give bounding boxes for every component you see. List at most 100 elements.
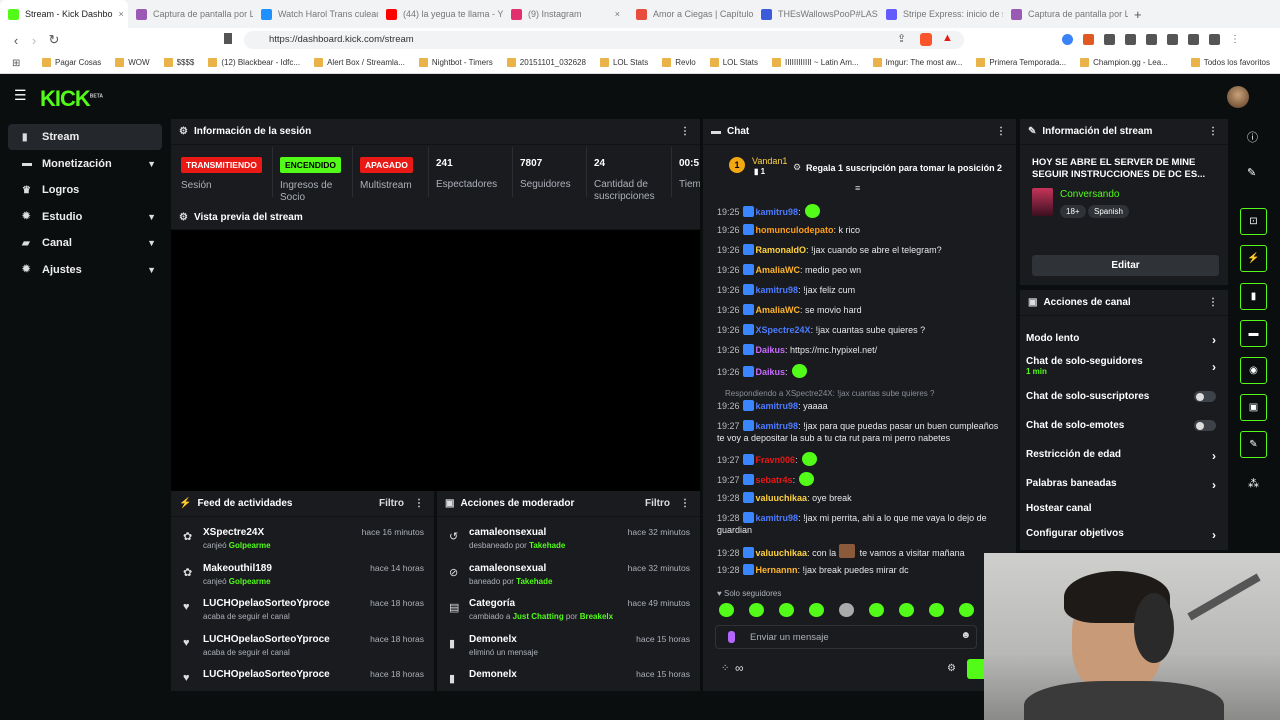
item-subtitle-highlight[interactable]: Golpearme [229, 541, 271, 550]
item-subtitle-highlight[interactable]: Takehade [529, 541, 565, 550]
sidebar-item-monetización[interactable]: ▬ Monetización ▼ [8, 151, 162, 177]
extension-icon[interactable] [1209, 34, 1220, 45]
url-field[interactable]: https://dashboard.kick.com/stream [244, 31, 964, 49]
browser-tab[interactable]: Amor a Ciegas | Capítulo× [628, 0, 753, 28]
infinity-icon[interactable]: ∞ [735, 661, 744, 675]
bookmark-item[interactable]: Pagar Cosas [42, 58, 101, 67]
chat-username[interactable]: AmaliaWC [756, 265, 801, 275]
rail-button-trash[interactable]: ▮ [1240, 283, 1267, 310]
collapse-icon[interactable]: ≡ [855, 183, 860, 193]
chat-username[interactable]: RamonaldO [756, 245, 807, 255]
chat-message[interactable]: 19:26 kamitru98: !jax feliz cum [717, 284, 1007, 296]
emote-icon[interactable] [929, 603, 944, 617]
chat-username[interactable]: sebatr4s [756, 475, 793, 485]
mod-filter-button[interactable]: Filtro [645, 498, 670, 509]
emote-icon[interactable] [959, 603, 974, 617]
more-options-icon[interactable]: ⋮ [996, 126, 1006, 137]
channel-action-configurar-objetivos[interactable]: Configurar objetivos › [1026, 528, 1216, 542]
rail-button-layout[interactable]: ⊡ [1240, 208, 1267, 235]
channel-action-chat-de-solo-emotes[interactable]: Chat de solo-emotes [1026, 420, 1216, 431]
sidebar-item-ajustes[interactable]: ✹ Ajustes ▼ [8, 257, 162, 283]
activity-filter-button[interactable]: Filtro [379, 498, 404, 509]
channel-action-palabras-baneadas[interactable]: Palabras baneadas › [1026, 478, 1216, 492]
browser-tab[interactable]: (44) la yegua te llama - Yo× [378, 0, 503, 28]
chat-username[interactable]: Daikus [756, 345, 786, 355]
chat-message[interactable]: 19:26 AmaliaWC: se movio hard [717, 304, 1007, 316]
channel-action-modo-lento[interactable]: Modo lento › [1026, 333, 1216, 347]
warning-icon[interactable]: ▲ [942, 32, 953, 44]
extension-icon[interactable] [1104, 34, 1115, 45]
toggle-switch[interactable] [1194, 391, 1216, 402]
toggle-switch[interactable] [1194, 420, 1216, 431]
bookmark-item[interactable]: 20151101_032628 [506, 58, 586, 67]
chat-message[interactable]: 19:26 XSpectre24X: !jax cuantas sube quie… [717, 324, 1007, 336]
gear-icon[interactable]: ⚙ [947, 663, 956, 674]
list-item[interactable]: ✿ XSpectre24X hace 16 minutos canjeó Golpea… [171, 527, 434, 563]
chat-message[interactable]: 19:28 Hernannn: !jax break puedes mirar d… [717, 564, 1007, 576]
bookmark-item[interactable]: Revlo [662, 58, 696, 67]
sidebar-item-logros[interactable]: ♛ Logros [8, 177, 162, 203]
hamburger-icon[interactable]: ☰ [14, 87, 27, 104]
bookmark-item[interactable]: Primera Temporada... [976, 58, 1066, 67]
close-tab-icon[interactable]: × [119, 9, 124, 19]
chat-username[interactable]: Daikus [756, 367, 786, 377]
chat-message[interactable]: 19:28 valuuchikaa: con la te vamos a visi… [717, 544, 1007, 559]
item-subtitle-highlight[interactable]: Golpearme [229, 577, 271, 586]
bookmark-item[interactable]: IIIIIIIIIIII ~ Latin Am... [771, 58, 859, 67]
chat-username[interactable]: Hernannn [756, 565, 798, 575]
browser-tab[interactable]: Stream - Kick Dashbo × [0, 0, 128, 28]
category-name[interactable]: Conversando [1060, 189, 1119, 200]
rail-button-chat[interactable]: ▬ [1240, 320, 1267, 347]
stream-preview-video[interactable] [171, 230, 700, 491]
chat-input[interactable]: Enviar un mensaje ☻ [715, 625, 977, 649]
channel-action-hostear-canal[interactable]: Hostear canal [1026, 503, 1216, 514]
emote-icon[interactable] [869, 603, 884, 617]
item-subtitle-highlight[interactable]: Takehade [516, 577, 552, 586]
share-nodes-icon[interactable]: ⁂ [1248, 477, 1259, 490]
chat-message[interactable]: 19:28 valuuchikaa: oye break [717, 492, 1007, 504]
bookmark-item[interactable]: Champion.gg - Lea... [1080, 58, 1168, 67]
emote-icon[interactable] [809, 603, 824, 617]
info-icon[interactable]: ⓘ [1247, 129, 1258, 145]
emote-icon[interactable] [749, 603, 764, 617]
chat-username[interactable]: kamitru98 [756, 421, 799, 431]
chat-message[interactable]: 19:26 AmaliaWC: medio peo wn [717, 264, 1007, 276]
chat-message[interactable]: 19:25 kamitru98: [717, 204, 1007, 218]
bookmark-item[interactable]: Alert Box / Streamla... [314, 58, 405, 67]
browser-tab[interactable]: Captura de pantalla por L× [1003, 0, 1128, 28]
rail-button-bolt[interactable]: ⚡ [1240, 245, 1267, 272]
pinned-gift-banner[interactable]: 1 Vandan1 ▮ 1 ⚙ Regala 1 suscripción par… [703, 145, 1016, 193]
chat-username[interactable]: homunculodepato [756, 225, 834, 235]
edit-button[interactable]: Editar [1032, 255, 1219, 276]
more-options-icon[interactable]: ⋮ [680, 126, 690, 137]
chat-message[interactable]: 19:26 RamonaldO: !jax cuando se abre el t… [717, 244, 1007, 256]
list-item[interactable]: ⊘ camaleonsexual hace 32 minutos baneado po… [437, 563, 700, 599]
sidebar-item-estudio[interactable]: ✹ Estudio ▼ [8, 204, 162, 230]
chat-username[interactable]: kamitru98 [756, 513, 799, 523]
settings-dots-icon[interactable]: ⁘ [721, 663, 729, 674]
chat-message[interactable]: 19:27 sebatr4s: [717, 472, 1007, 486]
rail-button-shield[interactable]: ▣ [1240, 394, 1267, 421]
chat-message[interactable]: 19:27 kamitru98: !jax para que puedas pas… [717, 420, 1007, 444]
list-item[interactable]: ♥ LUCHOpelaoSorteoYproce hace 18 horas acab… [171, 634, 434, 670]
bookmark-item[interactable]: Imgur: The most aw... [872, 58, 962, 67]
rail-button-broadcast[interactable]: ◉ [1240, 357, 1267, 384]
chat-username[interactable]: kamitru98 [756, 285, 799, 295]
item-subtitle-highlight[interactable]: Just Chatting [513, 612, 564, 621]
item-subtitle-highlight[interactable]: Breakelx [580, 612, 613, 621]
extension-icon[interactable] [1125, 34, 1136, 45]
menu-icon[interactable]: ⋮ [1230, 34, 1241, 45]
emote-icon[interactable] [719, 603, 734, 617]
extension-icon[interactable] [1167, 34, 1178, 45]
browser-tab[interactable]: Stripe Express: inicio de se× [878, 0, 1003, 28]
brave-icon[interactable] [920, 33, 932, 46]
emote-icon[interactable] [779, 603, 794, 617]
chat-username[interactable]: kamitru98 [756, 207, 799, 217]
emote-icon[interactable] [839, 603, 854, 617]
emote-picker-icon[interactable]: ☻ [960, 630, 971, 641]
back-icon[interactable]: ‹ [6, 33, 26, 48]
chat-username[interactable]: Fravn006 [756, 455, 796, 465]
list-item[interactable]: ▮ Demonelx hace 15 horas eliminó un mensaje [437, 634, 700, 670]
chat-message[interactable]: 19:26 kamitru98: yaaaa [717, 400, 1007, 412]
edit-icon[interactable]: ✎ [1247, 166, 1256, 179]
